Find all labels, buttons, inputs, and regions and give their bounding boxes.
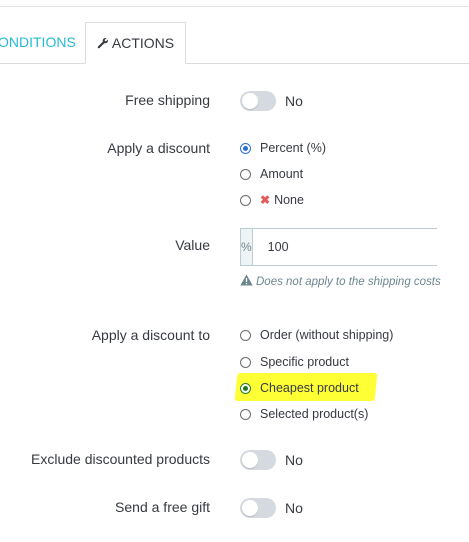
help-text: Does not apply to the shipping costs bbox=[256, 276, 441, 288]
toggle-knob bbox=[242, 500, 258, 516]
value-label: Value bbox=[175, 237, 210, 253]
exclude-discounted-label: Exclude discounted products bbox=[31, 451, 210, 467]
radio-label: Specific product bbox=[260, 355, 349, 369]
apply-discount-label: Apply a discount bbox=[107, 140, 210, 156]
radio-button[interactable] bbox=[240, 383, 251, 394]
top-divider bbox=[0, 6, 469, 7]
toggle-knob bbox=[242, 452, 258, 468]
tab-conditions[interactable]: ONDITIONS bbox=[0, 22, 78, 63]
wrench-icon bbox=[97, 37, 108, 49]
tab-actions-label: ACTIONS bbox=[111, 35, 175, 51]
radio-button[interactable] bbox=[240, 143, 251, 154]
radio-button[interactable] bbox=[240, 357, 251, 368]
free-shipping-toggle[interactable] bbox=[240, 91, 276, 111]
tabs-divider bbox=[0, 63, 469, 64]
warning-icon bbox=[240, 274, 253, 286]
apply-discount-to-label: Apply a discount to bbox=[91, 327, 210, 343]
tab-actions[interactable]: ACTIONS bbox=[85, 22, 186, 64]
free-shipping-label: Free shipping bbox=[125, 92, 210, 108]
radio-label: Cheapest product bbox=[260, 381, 359, 395]
close-icon: ✖ bbox=[260, 193, 271, 207]
free-shipping-state: No bbox=[285, 93, 303, 109]
radio-label: Order (without shipping) bbox=[260, 328, 394, 342]
radio-label: None bbox=[274, 193, 304, 207]
radio-label: Percent (%) bbox=[260, 141, 326, 155]
free-gift-toggle[interactable] bbox=[240, 498, 276, 518]
value-input-group: % bbox=[240, 228, 444, 266]
value-input[interactable] bbox=[252, 229, 444, 265]
exclude-discounted-state: No bbox=[285, 452, 303, 468]
radio-button[interactable] bbox=[240, 409, 251, 420]
radio-label: Selected product(s) bbox=[260, 407, 369, 421]
unit-addon: % bbox=[241, 229, 253, 265]
toggle-knob bbox=[242, 93, 258, 109]
free-gift-label: Send a free gift bbox=[115, 499, 210, 515]
tab-conditions-label: ONDITIONS bbox=[0, 34, 76, 50]
radio-button[interactable] bbox=[240, 195, 251, 206]
radio-button[interactable] bbox=[240, 330, 251, 341]
radio-button[interactable] bbox=[240, 169, 251, 180]
radio-label: Amount bbox=[260, 167, 304, 181]
shipping-help-text: Does not apply to the shipping costs bbox=[240, 274, 441, 288]
free-gift-state: No bbox=[285, 500, 303, 516]
exclude-discounted-toggle[interactable] bbox=[240, 450, 276, 470]
